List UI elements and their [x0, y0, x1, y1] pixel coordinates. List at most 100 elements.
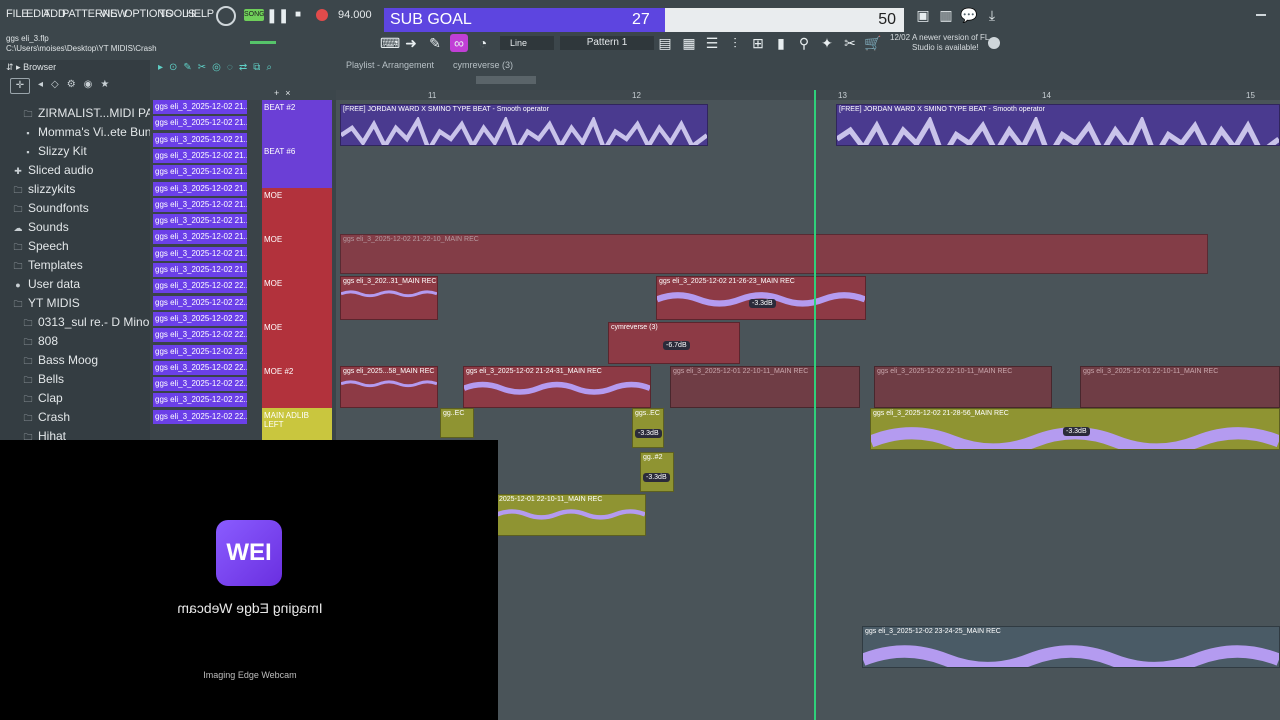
channel-button[interactable]: ggs eli_3_2025-12-02 22..	[153, 409, 247, 424]
news-panel[interactable]: 12/02 A newer version of FL Studio is av…	[890, 33, 1002, 53]
metronome-icon[interactable]: ◔	[474, 34, 492, 52]
browser-snap-icon[interactable]: ✛	[10, 78, 30, 94]
channel-button[interactable]: ggs eli_3_2025-12-02 22..	[153, 295, 247, 310]
track-header[interactable]: BEAT #6	[262, 144, 332, 188]
browser-tools-icons[interactable]: ◂◇⚙◉★	[38, 79, 117, 90]
browser-item[interactable]: ☁ Sounds	[12, 220, 69, 238]
minimize-icon[interactable]	[1256, 14, 1266, 16]
audio-clip[interactable]: gg..EC	[440, 408, 474, 438]
track-header[interactable]: MOE	[262, 276, 332, 320]
channel-button[interactable]: ggs eli_3_2025-12-02 21..	[153, 214, 247, 229]
globe-icon[interactable]	[988, 37, 1000, 49]
pause-icon[interactable]: ❚❚	[266, 6, 289, 24]
playlist-icon[interactable]: ▤	[656, 34, 674, 52]
audio-clip[interactable]: ggs eli_2025...58_MAIN REC	[340, 366, 438, 408]
download-icon[interactable]: ⤓	[983, 6, 1001, 24]
audio-clip[interactable]: ggs eli_3_2025-12-02 21-22-10_MAIN REC	[340, 234, 1208, 274]
pattern-select[interactable]: Pattern 1	[560, 36, 654, 50]
browser-item[interactable]: 🗀 Clap	[22, 391, 62, 409]
master-volume-slider[interactable]	[250, 41, 276, 44]
channel-button[interactable]: ggs eli_3_2025-12-02 21..	[153, 132, 247, 147]
browser-item[interactable]: 🗀 Templates	[12, 258, 82, 276]
audio-clip[interactable]: 2025-12-01 22-10-11_MAIN REC	[496, 494, 646, 536]
cart-icon[interactable]: 🛒	[864, 34, 882, 52]
channel-button[interactable]: ggs eli_3_2025-12-02 21..	[153, 230, 247, 245]
link-icon[interactable]: ∞	[450, 34, 468, 52]
track-header[interactable]: MOE	[262, 188, 332, 232]
audio-clip[interactable]: [FREE] JORDAN WARD X SMINO TYPE BEAT - S…	[340, 104, 708, 146]
song-mode-toggle[interactable]: SONG	[244, 9, 265, 21]
export-icon[interactable]: ▥	[937, 6, 955, 24]
playhead[interactable]	[814, 90, 816, 720]
channel-button[interactable]: ggs eli_3_2025-12-02 21..	[153, 263, 247, 277]
track-header[interactable]: BEAT #2	[262, 100, 332, 144]
browser-item[interactable]: ● User data	[12, 277, 80, 295]
channel-button[interactable]: ggs eli_3_2025-12-02 21..	[153, 181, 247, 196]
track-header[interactable]: MAIN ADLIB LEFT	[262, 408, 332, 440]
channel-button[interactable]: ggs eli_3_2025-12-02 22..	[153, 279, 247, 294]
browser-item[interactable]: ▪ Momma's Vi..ete Bundle	[22, 125, 167, 143]
audio-clip[interactable]: ggs eli_3_202..31_MAIN REC	[340, 276, 438, 320]
channel-button[interactable]: ggs eli_3_2025-12-02 21..	[153, 246, 247, 261]
chat-icon[interactable]: 💬	[960, 6, 978, 24]
mixer-icon[interactable]: ⫶	[726, 34, 744, 52]
browser-item[interactable]: 🗀 ZIRMALIST...MIDI PACK	[22, 106, 169, 124]
channel-button[interactable]: ggs eli_3_2025-12-02 22..	[153, 360, 247, 375]
browser-item[interactable]: 🗀 slizzykits	[12, 182, 75, 200]
browser-item[interactable]: 🗀 YT MIDIS	[12, 296, 79, 314]
audio-clip[interactable]: cymreverse (3) -6.7dB	[608, 322, 740, 364]
tempo-display[interactable]: 94.000	[338, 9, 372, 21]
audio-clip[interactable]: ggs eli_3_2025-12-02 21-24-31_MAIN REC	[463, 366, 651, 408]
audio-clip[interactable]: [FREE] JORDAN WARD X SMINO TYPE BEAT - S…	[836, 104, 1280, 146]
browser-item[interactable]: 🗀 Crash	[22, 410, 70, 428]
channel-button[interactable]: ggs eli_3_2025-12-02 22..	[153, 393, 247, 408]
horizontal-scrollbar[interactable]	[476, 76, 536, 84]
plugin-icon[interactable]: ⊞	[749, 34, 767, 52]
channel-button[interactable]: ggs eli_3_2025-12-02 21..	[153, 116, 247, 131]
channel-button[interactable]: ggs eli_3_2025-12-02 22..	[153, 377, 247, 392]
audio-clip[interactable]: gg..#2 -3.3dB	[640, 452, 674, 492]
audio-clip[interactable]: ggs..EC -3.3dB	[632, 408, 664, 448]
plug-icon[interactable]: ⚲	[795, 34, 813, 52]
arrow-right-icon[interactable]: ➜	[402, 34, 420, 52]
playlist-tool-icons[interactable]: ▸⊙✎✂◎◌⇄⧉⌕	[158, 62, 278, 73]
browser-arrows-icon[interactable]: ⇵ ▸	[6, 62, 21, 72]
browser-item[interactable]: ▪ Slizzy Kit	[22, 144, 86, 162]
browser-item[interactable]: ✚ Sliced audio	[12, 163, 93, 181]
piano-roll-icon[interactable]: ▦	[680, 34, 698, 52]
stop-icon[interactable]: ■	[289, 6, 307, 24]
channel-button[interactable]: ggs eli_3_2025-12-02 21..	[153, 148, 247, 163]
audio-clip[interactable]: ggs eli_3_2025-12-01 22-10-11_MAIN REC	[670, 366, 860, 408]
snap-select[interactable]: Line	[500, 36, 554, 50]
track-header[interactable]: MOE	[262, 232, 332, 276]
audio-clip[interactable]: ggs eli_3_2025-12-02 23-24-25_MAIN REC	[862, 626, 1280, 668]
browser-item[interactable]: 🗀 Bells	[22, 372, 64, 390]
channel-button[interactable]: ggs eli_3_2025-12-02 22..	[153, 344, 247, 359]
tuning-icon[interactable]: ✦	[818, 34, 836, 52]
playlist-pattern[interactable]: cymreverse (3)	[453, 60, 513, 70]
channel-button[interactable]: ggs eli_3_2025-12-02 21..	[153, 100, 247, 114]
channel-button[interactable]: ggs eli_3_2025-12-02 21..	[153, 165, 247, 180]
clipboard-icon[interactable]: ▮	[772, 34, 790, 52]
browser-item[interactable]: 🗀 Bass Moog	[22, 353, 98, 371]
browser-item[interactable]: 🗀 808	[22, 334, 58, 352]
tools-icon[interactable]: ✂	[841, 34, 859, 52]
keyboard-icon[interactable]: ⌨	[380, 34, 400, 52]
zoom-controls[interactable]: +×	[274, 88, 297, 98]
save-icon[interactable]: ▣	[914, 6, 932, 24]
channel-button[interactable]: ggs eli_3_2025-12-02 22..	[153, 328, 247, 343]
audio-clip[interactable]: ggs eli_3_2025-12-02 21-26-23_MAIN REC -3…	[656, 276, 866, 320]
record-icon[interactable]	[316, 9, 328, 21]
audio-clip[interactable]: ggs eli_3_2025-12-02 21-28-56_MAIN REC -3…	[870, 408, 1280, 450]
browser-item[interactable]: 🗀 0313_sul re.- D Minor)	[22, 315, 157, 333]
channel-button[interactable]: ggs eli_3_2025-12-02 21..	[153, 197, 247, 212]
channel-button[interactable]: ggs eli_3_2025-12-02 22..	[153, 311, 247, 326]
time-dial-icon[interactable]	[216, 6, 236, 26]
track-header[interactable]: MOE #2	[262, 364, 332, 408]
track-header[interactable]: MOE	[262, 320, 332, 364]
channel-rack-icon[interactable]: ☰	[703, 34, 721, 52]
browser-item[interactable]: 🗀 Soundfonts	[12, 201, 88, 219]
audio-clip[interactable]: ggs eli_3_2025-12-02 22-10-11_MAIN REC	[874, 366, 1052, 408]
audio-clip[interactable]: ggs eli_3_2025-12-01 22-10-11_MAIN REC	[1080, 366, 1280, 408]
draw-icon[interactable]: ✎	[426, 34, 444, 52]
